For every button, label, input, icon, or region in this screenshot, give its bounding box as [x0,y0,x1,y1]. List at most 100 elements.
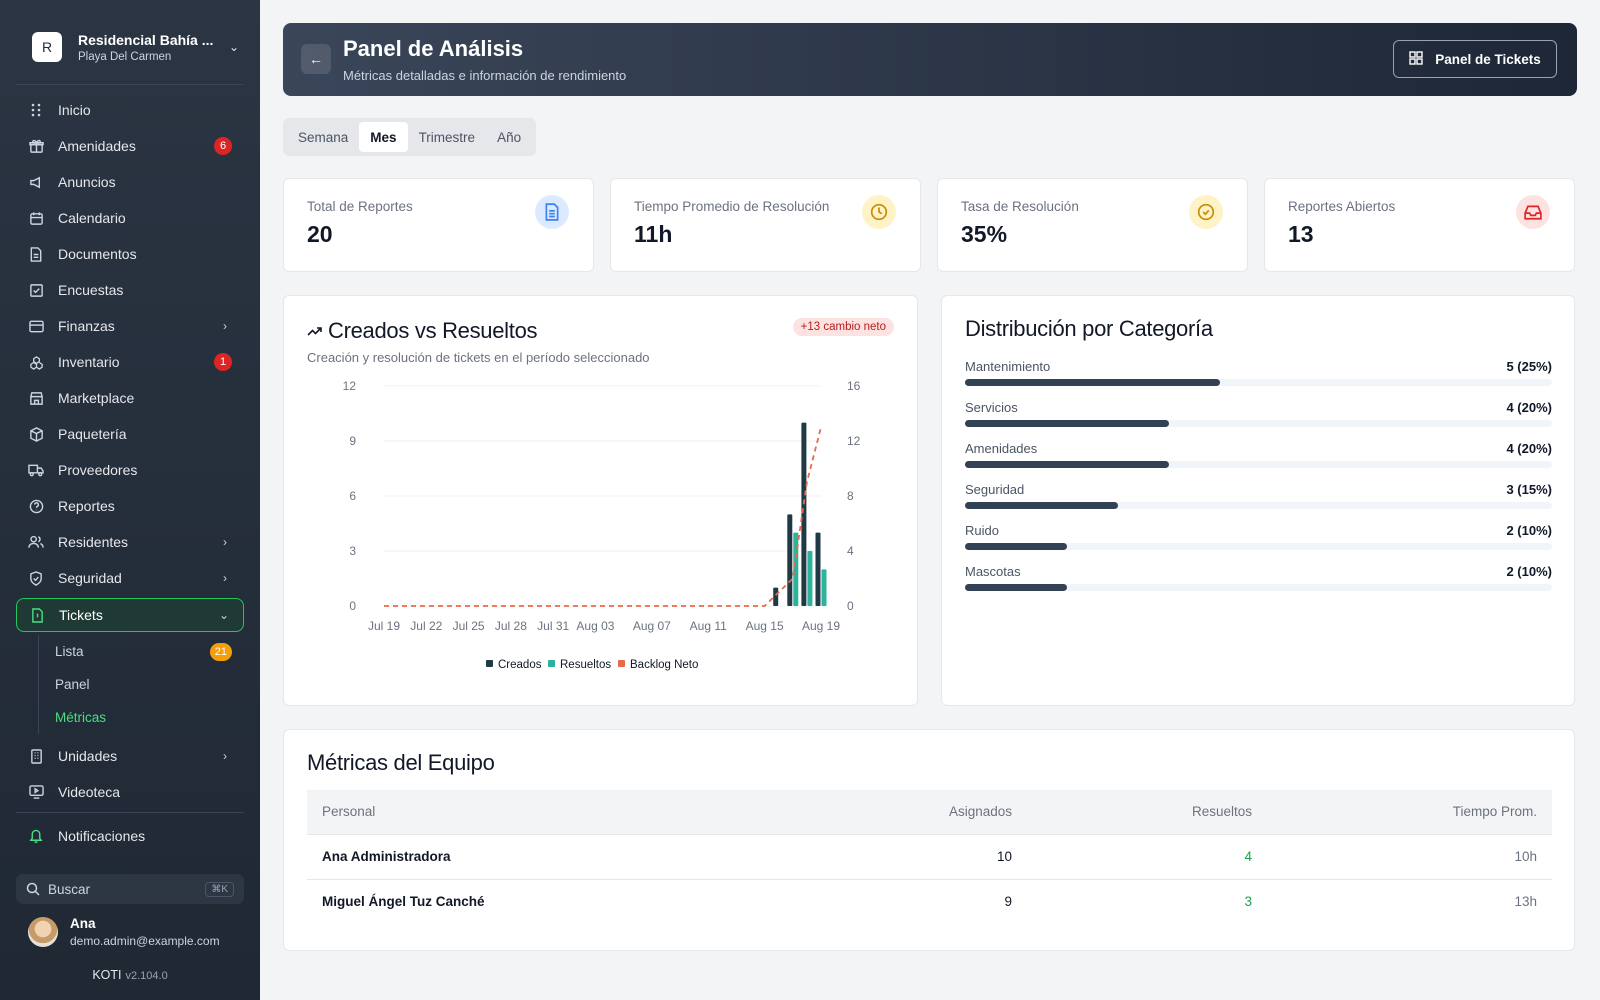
credit-card-icon [28,318,44,334]
legend-label: Backlog Neto [630,659,698,671]
sidebar-item-encuestas[interactable]: Encuestas [16,272,244,308]
stat-value: 13 [1288,221,1314,247]
category-value: 5 (25%) [1506,359,1552,374]
app-version: KOTI v2.104.0 [0,968,260,982]
y-right-tick-label: 16 [847,379,861,393]
tickets-panel-button[interactable]: Panel de Tickets [1393,40,1557,78]
stat-value: 35% [961,221,1008,247]
category-row: Ruido 2 (10%) [965,523,1552,563]
category-row: Mantenimiento 5 (25%) [965,359,1552,399]
x-tick-label: Jul 19 [368,619,400,633]
sidebar-bottom-nav: Notificaciones [16,818,244,854]
period-tabs: Semana Mes Trimestre Año [283,118,537,156]
chevron-down-icon: ⌄ [228,40,240,54]
category-name: Ruido [965,523,999,538]
table-row[interactable]: Miguel Ángel Tuz Canché 9 3 13h [307,878,1552,924]
sidebar-item-label: Seguridad [58,570,122,586]
sidebar-item-inicio[interactable]: Inicio [16,92,244,128]
card-title-text: Creados vs Resueltos [328,318,538,343]
y-left-tick-label: 3 [349,544,356,558]
tab-ano[interactable]: Año [486,122,532,152]
tab-mes[interactable]: Mes [359,122,408,152]
category-value: 4 (20%) [1506,400,1552,415]
file-text-icon [535,195,569,229]
stat-value: 11h [634,221,673,247]
sidebar-item-marketplace[interactable]: Marketplace [16,380,244,416]
category-value: 2 (10%) [1506,523,1552,538]
shortcut-hint: ⌘K [205,881,234,897]
inbox-icon [1516,195,1550,229]
sidebar-item-label: Encuestas [58,282,124,298]
users-icon [28,534,44,550]
tickets-subnav: Lista 21 Panel Métricas [38,635,244,734]
sidebar-item-reportes[interactable]: Reportes [16,488,244,524]
sidebar-item-anuncios[interactable]: Anuncios [16,164,244,200]
y-left-tick-label: 0 [349,599,356,613]
back-button[interactable]: ← [301,44,331,74]
help-circle-icon [28,498,44,514]
sidebar-item-label: Tickets [59,607,103,623]
tab-trimestre[interactable]: Trimestre [408,122,487,152]
video-icon [28,784,44,800]
chevron-right-icon: › [223,319,227,333]
bar-resueltos [793,532,799,606]
sidebar-item-videoteca[interactable]: Videoteca [16,774,244,810]
category-progress-fill [965,420,1170,427]
sidebar-item-label: Anuncios [58,174,116,190]
sidebar-item-documentos[interactable]: Documentos [16,236,244,272]
team-metrics-card: Métricas del Equipo Personal Asignados R… [283,729,1575,951]
net-change-badge: +13 cambio neto [792,318,894,336]
tab-semana[interactable]: Semana [287,122,359,152]
table-row[interactable]: Ana Administradora 10 4 10h [307,833,1552,879]
bar-resueltos [807,551,813,606]
sidebar-item-label: Unidades [58,748,118,764]
category-name: Mantenimiento [965,359,1051,374]
category-progress-fill [965,543,1068,550]
sidebar-item-proveedores[interactable]: Proveedores [16,452,244,488]
x-tick-label: Aug 07 [633,619,671,633]
layout-grid-icon [1409,50,1423,68]
sidebar-item-paqueteria[interactable]: Paquetería [16,416,244,452]
sidebar-item-finanzas[interactable]: Finanzas › [16,308,244,344]
category-progress-track [965,420,1552,427]
arrow-left-icon: ← [309,51,323,67]
document-icon [28,246,44,262]
sidebar-item-notificaciones[interactable]: Notificaciones [16,818,244,854]
sidebar-item-calendario[interactable]: Calendario [16,200,244,236]
sidebar-item-seguridad[interactable]: Seguridad › [16,560,244,596]
sidebar-item-label: Proveedores [58,462,138,478]
search-input[interactable]: Buscar ⌘K [16,874,244,904]
sidebar-item-residentes[interactable]: Residentes › [16,524,244,560]
x-tick-label: Jul 31 [537,619,569,633]
divider [16,812,244,813]
bar-creados [787,514,793,606]
column-header-asignados[interactable]: Asignados [847,790,1027,834]
x-tick-label: Aug 03 [576,619,614,633]
org-switcher[interactable]: R Residencial Bahía ... Playa Del Carmen… [18,24,244,70]
category-progress-track [965,461,1552,468]
sidebar-item-tickets[interactable]: Tickets ⌄ [16,598,244,632]
sidebar-item-inventario[interactable]: Inventario 1 [16,344,244,380]
subnav-item-metricas[interactable]: Métricas [55,701,244,734]
sidebar-item-label: Videoteca [58,784,121,800]
page-subtitle: Métricas detalladas e información de ren… [343,68,627,83]
subnav-item-panel[interactable]: Panel [55,668,244,701]
user-profile[interactable]: Ana demo.admin@example.com [28,916,220,948]
user-name: Ana [70,916,96,931]
subnav-item-lista[interactable]: Lista 21 [55,635,244,668]
package-icon [28,426,44,442]
bar-creados [815,532,821,606]
sidebar-item-amenidades[interactable]: Amenidades 6 [16,128,244,164]
cell-resolved: 3 [1027,878,1267,924]
sidebar-item-unidades[interactable]: Unidades › [16,738,244,774]
count-badge: 6 [214,137,232,155]
column-header-tiempo[interactable]: Tiempo Prom. [1267,790,1552,834]
column-header-resueltos[interactable]: Resueltos [1027,790,1267,834]
sidebar-item-label: Paquetería [58,426,127,442]
stat-label: Total de Reportes [307,199,413,214]
x-tick-label: Jul 25 [453,619,485,633]
gift-icon [28,138,44,154]
sidebar-item-label: Finanzas [58,318,115,334]
y-right-tick-label: 12 [847,434,861,448]
column-header-personal[interactable]: Personal [307,790,847,834]
